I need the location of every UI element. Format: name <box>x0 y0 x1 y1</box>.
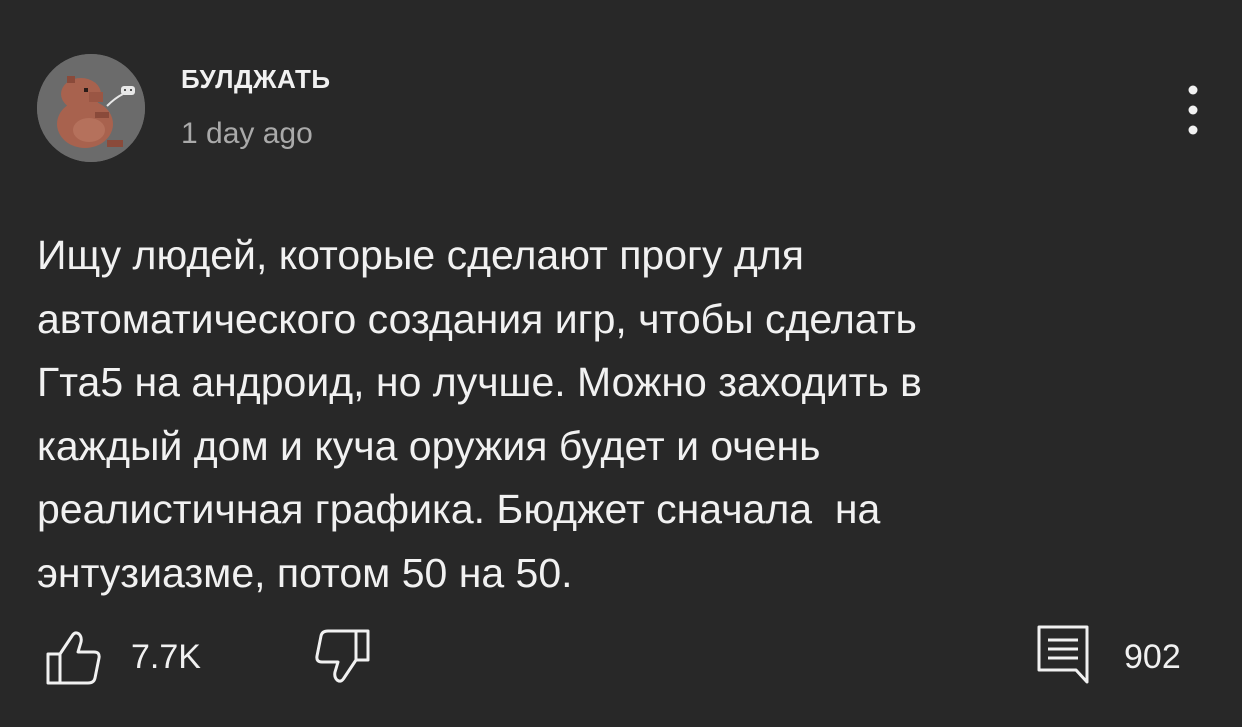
thumbs-up-icon <box>46 631 101 685</box>
dislike-button[interactable] <box>306 628 372 686</box>
author-name[interactable]: БУЛДЖАТЬ <box>181 64 331 95</box>
capybara-avatar-icon <box>37 54 145 162</box>
comment-text-line: Гта5 на андроид, но лучше. Можно заходит… <box>37 359 922 405</box>
reply-count: 902 <box>1124 638 1181 676</box>
thumbs-down-icon <box>315 629 370 683</box>
like-button[interactable] <box>44 628 102 686</box>
more-vertical-icon <box>1188 85 1198 135</box>
comment-text-line: реалистичная графика. Бюджет сначала на <box>37 486 881 532</box>
comment-timestamp: 1 day ago <box>181 117 313 150</box>
comment-text-line: энтузиазме, потом 50 на 50. <box>37 549 573 596</box>
like-count: 7.7K <box>131 638 201 676</box>
comment-icon <box>1037 625 1089 684</box>
reply-button[interactable] <box>1036 624 1090 686</box>
comment-text: Ищу людей, которые сделают прогу для авт… <box>37 224 1177 605</box>
comment-text-line: автоматического создания игр, чтобы сдел… <box>37 295 917 342</box>
comment-text-line: каждый дом и куча оружия будет и очень <box>37 422 821 469</box>
avatar[interactable] <box>37 54 145 162</box>
comment-text-line: Ищу людей, которые сделают прогу для <box>37 232 804 278</box>
more-options-button[interactable] <box>1176 82 1210 138</box>
